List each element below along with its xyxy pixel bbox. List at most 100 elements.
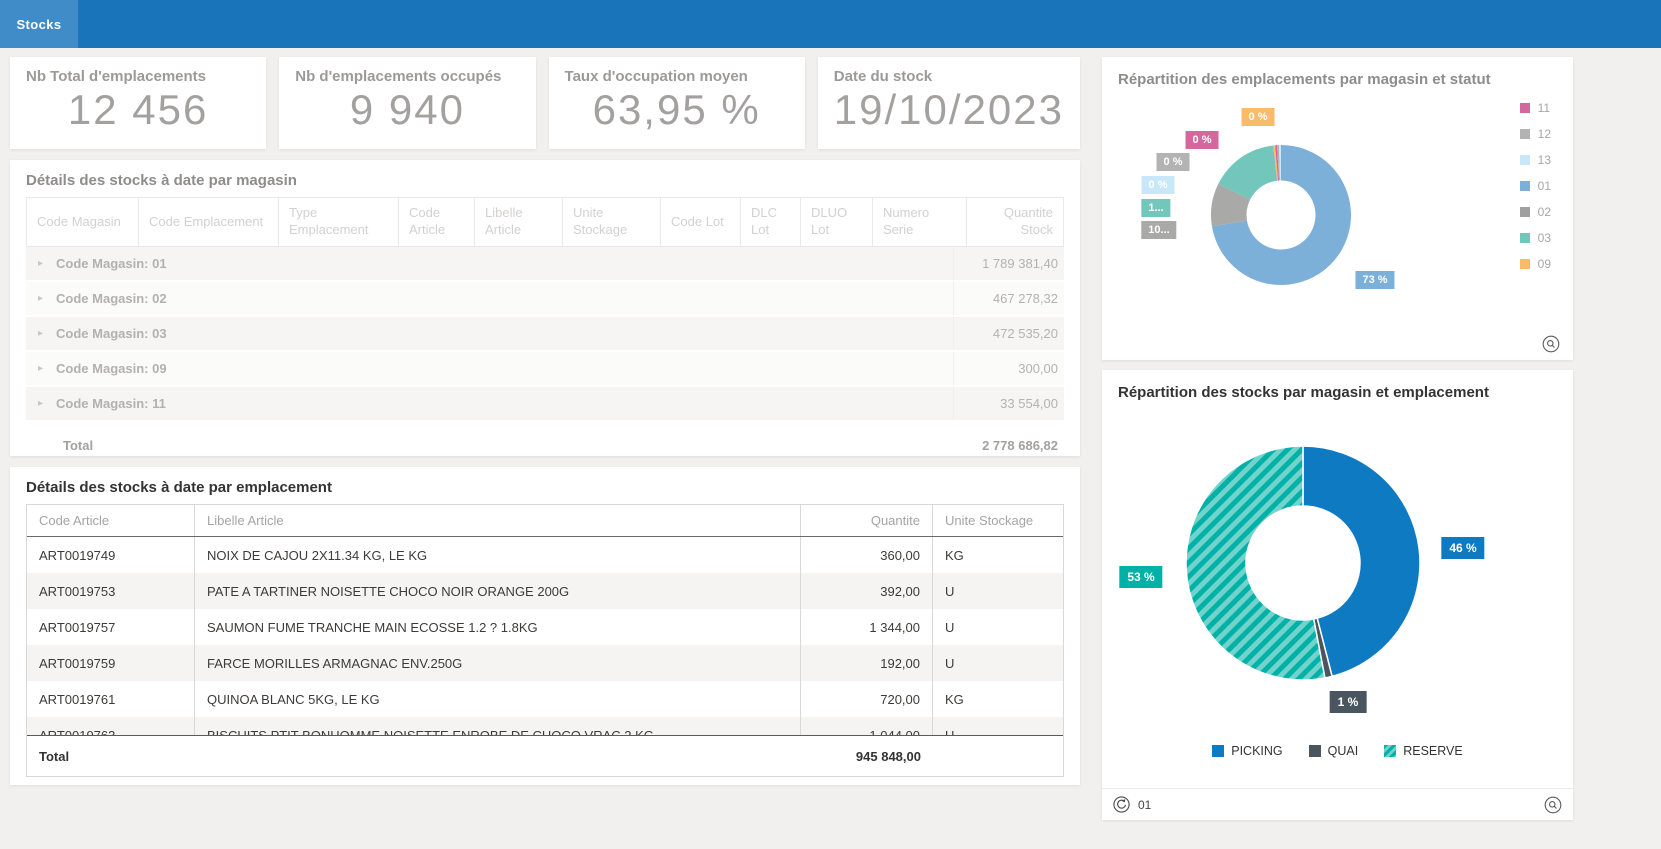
drill-value-label: 01 <box>1138 798 1151 812</box>
column-header-2[interactable]: Quantite <box>801 505 933 536</box>
drill-footer: 01 <box>1102 788 1573 820</box>
cell: U <box>933 717 1063 735</box>
legend-swatch <box>1520 103 1530 113</box>
legend-item-09[interactable]: 09 <box>1520 251 1551 277</box>
table-row[interactable]: ART0019761QUINOA BLANC 5KG, LE KG720,00K… <box>27 681 1063 717</box>
legend-emplacements: PICKING QUAI RESERVE <box>1102 744 1573 758</box>
legend-item-RESERVE[interactable]: RESERVE <box>1384 744 1463 758</box>
column-header-3[interactable]: Unite Stockage <box>933 505 1063 536</box>
table-row[interactable]: ART0019749NOIX DE CAJOU 2X11.34 KG, LE K… <box>27 537 1063 573</box>
legend-swatch <box>1520 181 1530 191</box>
expand-icon[interactable]: ▸ <box>38 398 43 409</box>
row-value: 472 535,20 <box>953 317 1064 350</box>
kpi-value: 12 456 <box>26 86 250 134</box>
kpi-title: Taux d'occupation moyen <box>565 68 789 85</box>
chart-emplacements-card: Répartition des emplacements par magasin… <box>1102 57 1573 360</box>
table-emplacement: Code ArticleLibelle ArticleQuantiteUnite… <box>26 504 1064 777</box>
column-header-10[interactable]: Quantite Stock <box>967 198 1063 246</box>
total-value: 2 778 686,82 <box>982 438 1064 453</box>
legend-label: PICKING <box>1231 744 1282 758</box>
table-row[interactable]: ART0019757SAUMON FUME TRANCHE MAIN ECOSS… <box>27 609 1063 645</box>
column-header-1[interactable]: Code Emplacement <box>139 198 279 246</box>
table-emplacement-body[interactable]: ART0019749NOIX DE CAJOU 2X11.34 KG, LE K… <box>27 537 1063 735</box>
expand-icon[interactable]: ▸ <box>38 293 43 304</box>
kpi-card-0: Nb Total d'emplacements12 456 <box>10 57 266 149</box>
cell: ART0019763 <box>27 717 195 735</box>
row-label: Code Magasin: 01 <box>56 256 167 271</box>
column-header-7[interactable]: DLC Lot <box>741 198 801 246</box>
cell: ART0019759 <box>27 645 195 681</box>
legend-swatch <box>1520 129 1530 139</box>
column-header-8[interactable]: DLUO Lot <box>801 198 873 246</box>
table-row[interactable]: ▸ Code Magasin: 01 1 789 381,40 <box>26 247 1064 282</box>
cell: ART0019749 <box>27 537 195 573</box>
cell: U <box>933 609 1063 645</box>
kpi-title: Nb Total d'emplacements <box>26 68 250 85</box>
column-header-1[interactable]: Libelle Article <box>195 505 801 536</box>
drill-up-icon[interactable] <box>1112 795 1131 814</box>
column-header-4[interactable]: Libelle Article <box>475 198 563 246</box>
legend-item-12[interactable]: 12 <box>1520 121 1551 147</box>
cell: ART0019753 <box>27 573 195 609</box>
tab-stocks[interactable]: Stocks <box>0 0 78 48</box>
legend-item-02[interactable]: 02 <box>1520 199 1551 225</box>
cell: NOIX DE CAJOU 2X11.34 KG, LE KG <box>195 537 801 573</box>
legend-swatch <box>1520 259 1530 269</box>
column-header-3[interactable]: Code Article <box>399 198 475 246</box>
expand-icon[interactable]: ▸ <box>38 363 43 374</box>
cell: QUINOA BLANC 5KG, LE KG <box>195 681 801 717</box>
table-row[interactable]: ▸Code Magasin: 1133 554,00 <box>26 387 1064 422</box>
cell: PATE A TARTINER NOISETTE CHOCO NOIR ORAN… <box>195 573 801 609</box>
table-magasin-card: Détails des stocks à date par magasin Co… <box>10 160 1080 456</box>
legend-item-01[interactable]: 01 <box>1520 173 1551 199</box>
column-header-6[interactable]: Code Lot <box>661 198 741 246</box>
chart-stocks-card: Répartition des stocks par magasin et em… <box>1102 370 1573 820</box>
cell: 1 044,00 <box>801 717 933 735</box>
row-value: 300,00 <box>953 352 1064 385</box>
row-value: 1 789 381,40 <box>953 247 1064 280</box>
kpi-title: Nb d'emplacements occupés <box>295 68 519 85</box>
legend-label: 02 <box>1538 205 1551 219</box>
focus-mode-icon[interactable] <box>1543 795 1563 815</box>
kpi-card-2: Taux d'occupation moyen63,95 % <box>549 57 805 149</box>
legend-label: 13 <box>1538 153 1551 167</box>
cell: 720,00 <box>801 681 933 717</box>
table-row[interactable]: ART0019753PATE A TARTINER NOISETTE CHOCO… <box>27 573 1063 609</box>
table-row[interactable]: ART0019759FARCE MORILLES ARMAGNAC ENV.25… <box>27 645 1063 681</box>
table-magasin-title: Détails des stocks à date par magasin <box>26 172 1064 189</box>
cell: KG <box>933 537 1063 573</box>
legend-item-11[interactable]: 11 <box>1520 95 1551 121</box>
table-row[interactable]: ART0019763BISCUITS PTIT BONHOMME NOISETT… <box>27 717 1063 735</box>
column-header-0[interactable]: Code Magasin <box>27 198 139 246</box>
legend-label: RESERVE <box>1403 744 1463 758</box>
legend-item-13[interactable]: 13 <box>1520 147 1551 173</box>
cell: KG <box>933 681 1063 717</box>
legend-item-03[interactable]: 03 <box>1520 225 1551 251</box>
expand-icon[interactable]: ▸ <box>38 328 43 339</box>
table-emplacement-card: Détails des stocks à date par emplacemen… <box>10 467 1080 785</box>
focus-mode-icon[interactable] <box>1541 334 1561 354</box>
kpi-card-3: Date du stock19/10/2023 <box>818 57 1080 149</box>
legend-label: 09 <box>1538 257 1551 271</box>
legend-swatch <box>1212 745 1224 757</box>
legend-swatch <box>1384 745 1396 757</box>
legend-swatch <box>1520 155 1530 165</box>
table-row[interactable]: ▸Code Magasin: 02467 278,32 <box>26 282 1064 317</box>
legend-item-QUAI[interactable]: QUAI <box>1309 744 1359 758</box>
legend-label: 01 <box>1538 179 1551 193</box>
cell: U <box>933 645 1063 681</box>
column-header-0[interactable]: Code Article <box>27 505 195 536</box>
total-label: Total <box>27 749 195 764</box>
dashboard-page: Nb Total d'emplacements12 456 Nb d'emplac… <box>0 48 1661 849</box>
legend-item-PICKING[interactable]: PICKING <box>1212 744 1282 758</box>
table-row[interactable]: ▸Code Magasin: 09300,00 <box>26 352 1064 387</box>
donut-emplacements <box>1102 57 1573 360</box>
column-header-2[interactable]: Type Emplacement <box>279 198 399 246</box>
cell: 1 344,00 <box>801 609 933 645</box>
table-row[interactable]: ▸Code Magasin: 03472 535,20 <box>26 317 1064 352</box>
column-header-9[interactable]: Numero Serie <box>873 198 967 246</box>
expand-icon[interactable]: ▸ <box>38 258 43 269</box>
table-emplacement-total-row: Total 945 848,00 <box>27 735 1063 776</box>
column-header-5[interactable]: Unite Stockage <box>563 198 661 246</box>
cell: 360,00 <box>801 537 933 573</box>
